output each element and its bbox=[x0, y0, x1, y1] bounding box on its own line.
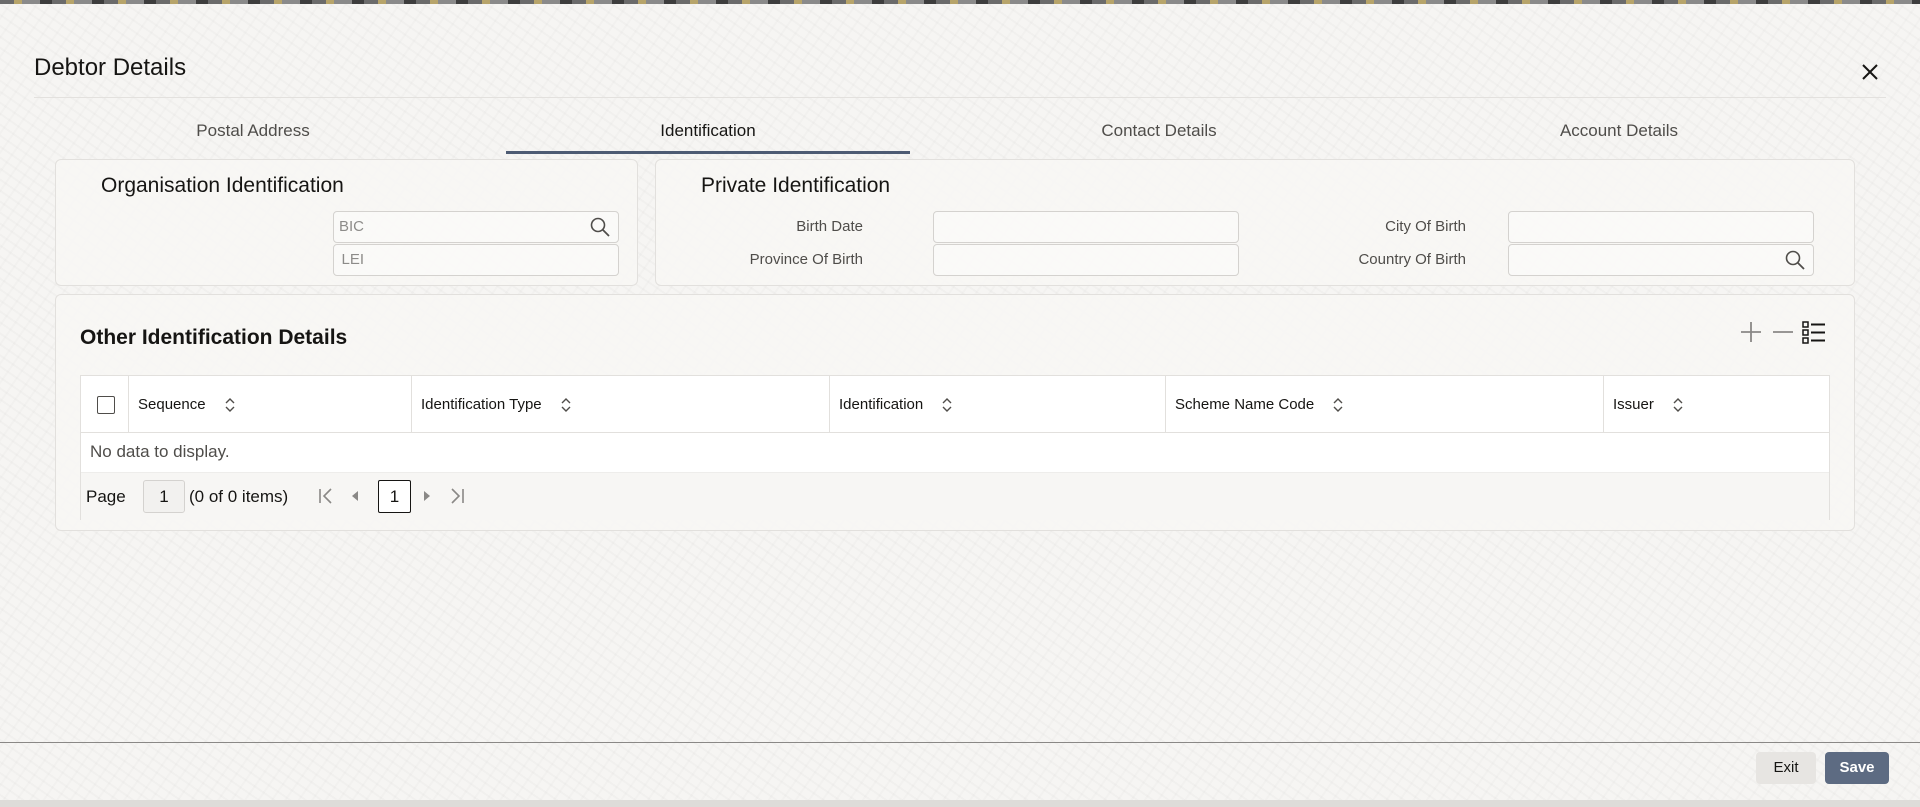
list-view-icon[interactable] bbox=[1801, 319, 1827, 345]
empty-table-message: No data to display. bbox=[90, 442, 230, 461]
select-all-checkbox[interactable] bbox=[97, 396, 115, 414]
tab-contact-details[interactable]: Contact Details bbox=[961, 108, 1357, 154]
city-of-birth-input[interactable] bbox=[1508, 211, 1814, 243]
column-label: Identification Type bbox=[421, 396, 542, 413]
private-identification-title: Private Identification bbox=[701, 174, 891, 197]
tab-postal-address[interactable]: Postal Address bbox=[55, 108, 451, 154]
sort-icon[interactable] bbox=[560, 397, 572, 413]
next-page-icon[interactable] bbox=[416, 485, 438, 507]
previous-page-icon[interactable] bbox=[344, 485, 366, 507]
column-sequence[interactable]: Sequence bbox=[129, 376, 412, 433]
sort-icon[interactable] bbox=[941, 397, 953, 413]
organisation-identification-title: Organisation Identification bbox=[101, 174, 344, 197]
current-page-button[interactable]: 1 bbox=[378, 480, 411, 513]
organisation-identification-panel: Organisation Identification BIC LEI bbox=[55, 159, 638, 286]
last-page-icon[interactable] bbox=[446, 485, 468, 507]
footer-divider bbox=[0, 742, 1920, 743]
close-icon[interactable] bbox=[1858, 60, 1882, 84]
column-issuer[interactable]: Issuer bbox=[1604, 376, 1831, 433]
table-header: Sequence Identification Type Identificat… bbox=[81, 376, 1829, 433]
pagination-bar: Page 1 (0 of 0 items) 1 bbox=[81, 472, 1829, 520]
column-scheme-name-code[interactable]: Scheme Name Code bbox=[1166, 376, 1604, 433]
plus-icon[interactable] bbox=[1738, 319, 1764, 345]
search-icon[interactable] bbox=[589, 216, 611, 238]
column-label: Scheme Name Code bbox=[1175, 396, 1315, 413]
column-label: Identification bbox=[839, 396, 924, 413]
birth-date-input[interactable] bbox=[933, 211, 1239, 243]
exit-button[interactable]: Exit bbox=[1756, 752, 1816, 784]
dialog-title: Debtor Details bbox=[34, 54, 187, 81]
bottom-strip bbox=[0, 800, 1920, 807]
province-of-birth-input[interactable] bbox=[933, 244, 1239, 276]
page-number-input[interactable]: 1 bbox=[143, 480, 185, 513]
lei-input[interactable] bbox=[333, 244, 619, 276]
tab-bar: Postal Address Identification Contact De… bbox=[55, 108, 1863, 154]
country-of-birth-label: Country Of Birth bbox=[1358, 251, 1466, 268]
bic-input[interactable] bbox=[333, 211, 619, 243]
select-all-column bbox=[81, 376, 129, 433]
save-button[interactable]: Save bbox=[1825, 752, 1889, 784]
other-identification-title: Other Identification Details bbox=[80, 326, 348, 349]
tab-identification[interactable]: Identification bbox=[506, 108, 910, 154]
sort-icon[interactable] bbox=[224, 397, 236, 413]
items-count: (0 of 0 items) bbox=[189, 487, 289, 506]
city-of-birth-label: City Of Birth bbox=[1385, 218, 1466, 235]
first-page-icon[interactable] bbox=[315, 485, 337, 507]
tab-account-details[interactable]: Account Details bbox=[1421, 108, 1817, 154]
column-identification-type[interactable]: Identification Type bbox=[412, 376, 830, 433]
column-label: Sequence bbox=[138, 396, 206, 413]
private-identification-panel: Private Identification Birth Date Provin… bbox=[655, 159, 1855, 286]
sort-icon[interactable] bbox=[1332, 397, 1344, 413]
debtor-details-dialog: Debtor Details Postal Address Identifica… bbox=[0, 4, 1920, 800]
country-of-birth-input[interactable] bbox=[1508, 244, 1814, 276]
column-label: Issuer bbox=[1613, 396, 1654, 413]
page-label: Page bbox=[86, 487, 126, 506]
sort-icon[interactable] bbox=[1672, 397, 1684, 413]
column-identification[interactable]: Identification bbox=[830, 376, 1166, 433]
birth-date-label: Birth Date bbox=[796, 218, 863, 235]
search-icon[interactable] bbox=[1784, 249, 1806, 271]
province-of-birth-label: Province Of Birth bbox=[749, 251, 863, 268]
identification-table: Sequence Identification Type Identificat… bbox=[80, 375, 1830, 520]
title-divider bbox=[34, 97, 1886, 98]
minus-icon[interactable] bbox=[1770, 319, 1796, 345]
